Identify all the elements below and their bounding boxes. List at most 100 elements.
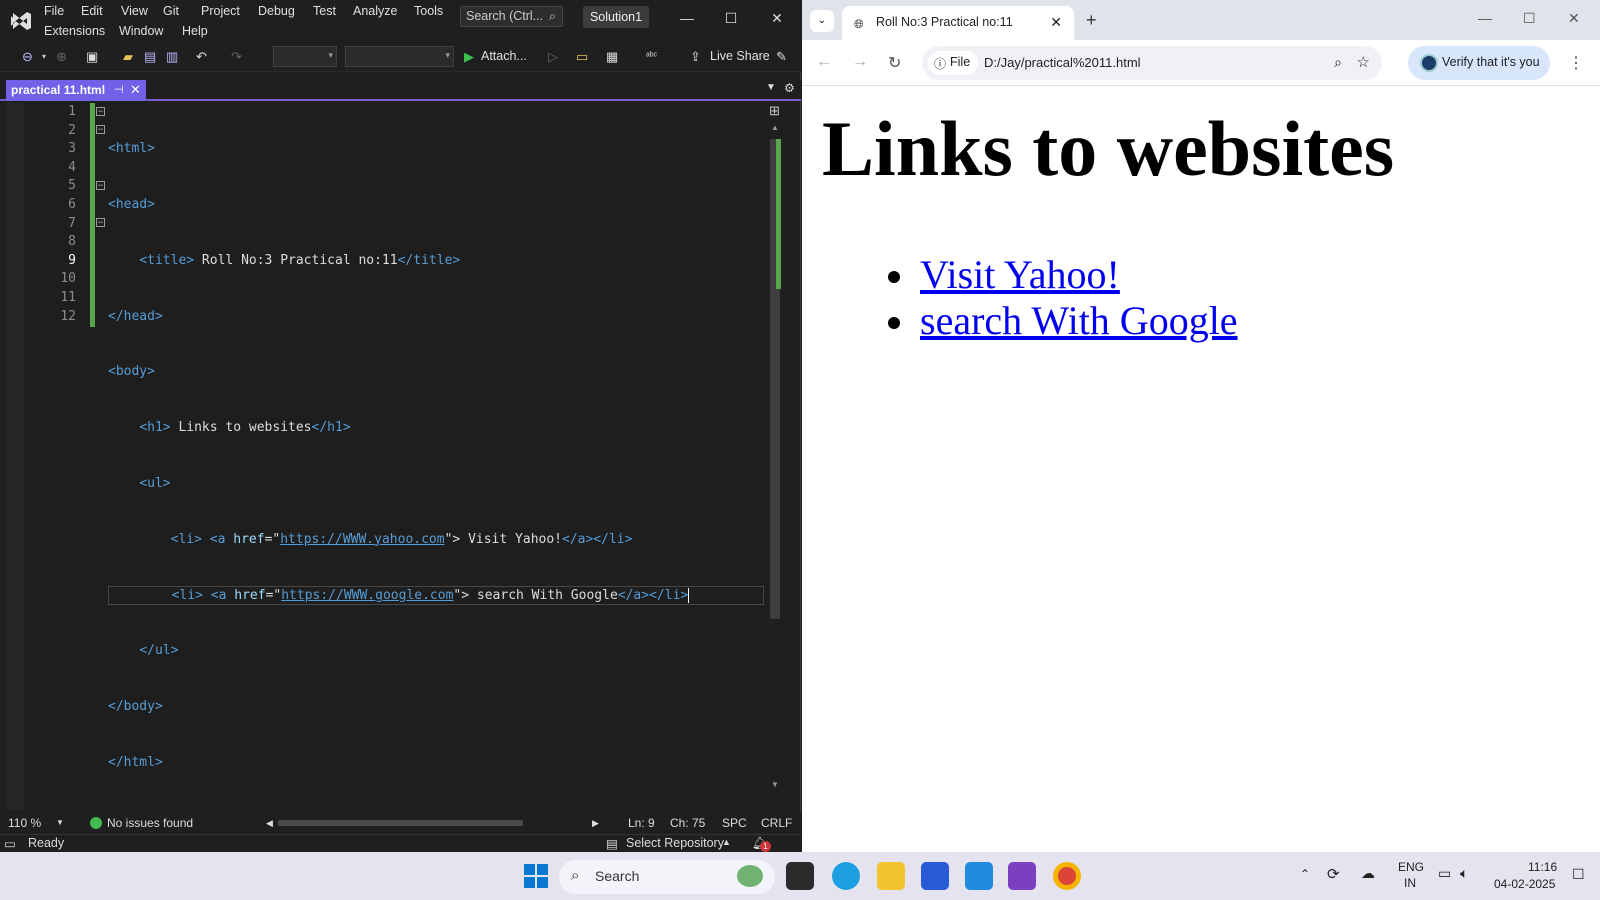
vs-search-box[interactable]: Search (Ctrl... ⌕ xyxy=(460,6,563,27)
language-code[interactable]: ENG xyxy=(1398,860,1424,874)
vertical-scrollbar[interactable]: ⊞ ▲ ▼ xyxy=(764,103,786,793)
menu-window[interactable]: Window xyxy=(117,24,165,38)
menu-help[interactable]: Help xyxy=(180,24,210,38)
maximize-icon[interactable]: ☐ xyxy=(1523,10,1536,27)
fold-collapse-icon[interactable]: − xyxy=(96,218,105,227)
maximize-icon[interactable]: ☐ xyxy=(719,8,743,28)
close-tab-icon[interactable]: ✕ xyxy=(1050,14,1062,31)
clock-time[interactable]: 11:16 xyxy=(1528,860,1557,874)
repository-icon[interactable]: ▤ xyxy=(606,836,618,851)
address-bar[interactable]: ⓘ File D:/Jay/practical%2011.html ⌕ ☆ xyxy=(922,46,1382,80)
tab-list-dropdown-icon[interactable]: ▼ xyxy=(766,82,776,93)
chrome-icon[interactable] xyxy=(1053,862,1081,890)
menu-debug[interactable]: Debug xyxy=(256,4,297,18)
verify-identity-button[interactable]: Verify that it's you xyxy=(1408,46,1550,80)
volume-icon[interactable]: 🔈︎ xyxy=(1460,865,1468,882)
microsoft-store-icon[interactable] xyxy=(921,862,949,890)
start-without-debug-icon[interactable]: ▷ xyxy=(548,48,558,66)
gear-icon[interactable]: ⚙ xyxy=(784,81,795,95)
play-icon[interactable]: ▶ xyxy=(464,48,474,66)
pin-icon[interactable]: ⊣ xyxy=(114,83,124,96)
zoom-magnifier-icon[interactable]: ⌕ xyxy=(1334,54,1342,71)
configuration-dropdown[interactable] xyxy=(273,46,337,67)
menu-extensions[interactable]: Extensions xyxy=(42,24,107,38)
layout-icon[interactable]: ▦ xyxy=(606,48,618,66)
show-hidden-icons-chevron-icon[interactable]: ⌃ xyxy=(1300,867,1310,881)
platform-dropdown[interactable] xyxy=(345,46,454,67)
open-folder-icon[interactable]: ▰ xyxy=(123,48,133,66)
visual-studio-taskbar-icon[interactable] xyxy=(1008,862,1036,890)
code-url-link[interactable]: https://WWW.yahoo.com xyxy=(280,532,444,547)
column-indicator[interactable]: Ch: 75 xyxy=(670,816,705,830)
document-tab[interactable]: practical 11.html ⊣ ✕ xyxy=(6,80,146,101)
url-text[interactable]: D:/Jay/practical%2011.html xyxy=(984,55,1141,70)
yahoo-link[interactable]: Visit Yahoo! xyxy=(920,252,1120,297)
close-icon[interactable]: ✕ xyxy=(765,8,789,28)
new-project-icon[interactable]: ▣ xyxy=(86,48,98,66)
spellcheck-icon[interactable]: ᵃᵇᶜ xyxy=(646,48,657,66)
sync-icon[interactable]: ⟳ xyxy=(1327,865,1340,883)
output-icon[interactable]: ▭ xyxy=(4,836,16,851)
back-dropdown-icon[interactable]: ▾ xyxy=(42,48,46,66)
redo-icon[interactable]: ↷ xyxy=(231,48,242,66)
select-repository-button[interactable]: Select Repository xyxy=(626,836,724,850)
clock-date[interactable]: 04-02-2025 xyxy=(1494,877,1555,891)
site-info-chip[interactable]: ⓘ File xyxy=(928,51,979,75)
bookmark-star-icon[interactable]: ☆ xyxy=(1357,53,1370,71)
code-editor[interactable]: 1 2 3 4 5 6 7 8 9 10 11 12 − − − − <html… xyxy=(6,103,794,810)
forward-arrow-icon[interactable]: → xyxy=(852,53,868,71)
cloud-offline-icon[interactable]: ☁ xyxy=(1361,865,1375,882)
undo-icon[interactable]: ↶ xyxy=(196,48,207,66)
back-arrow-icon[interactable]: ← xyxy=(816,53,832,71)
close-tab-icon[interactable]: ✕ xyxy=(130,82,141,98)
line-indicator[interactable]: Ln: 9 xyxy=(628,816,655,830)
minimize-icon[interactable]: — xyxy=(675,8,699,28)
scroll-left-icon[interactable]: ◀ xyxy=(266,818,273,829)
save-icon[interactable]: ▤ xyxy=(144,48,156,66)
menu-edit[interactable]: Edit xyxy=(79,4,105,18)
repo-dropdown-icon[interactable]: ▲ xyxy=(722,837,731,847)
menu-analyze[interactable]: Analyze xyxy=(351,4,399,18)
code-text[interactable]: <html> <head> <title> Roll No:3 Practica… xyxy=(108,103,764,810)
language-region[interactable]: IN xyxy=(1404,876,1416,890)
zoom-dropdown-icon[interactable]: ▼ xyxy=(56,818,64,827)
browser-tab[interactable]: 🌐︎ Roll No:3 Practical no:11 ✕ xyxy=(842,6,1074,40)
issues-status[interactable]: No issues found xyxy=(107,816,193,830)
horizontal-scrollbar-thumb[interactable] xyxy=(278,820,523,826)
menu-test[interactable]: Test xyxy=(311,4,338,18)
folder-icon[interactable]: ▭ xyxy=(576,48,588,66)
menu-view[interactable]: View xyxy=(119,4,150,18)
solution-name-badge[interactable]: Solution1 xyxy=(583,6,649,28)
minimize-icon[interactable]: — xyxy=(1478,10,1492,26)
close-icon[interactable]: ✕ xyxy=(1568,10,1580,27)
feedback-icon[interactable]: ✎ xyxy=(776,48,787,66)
file-explorer-icon[interactable] xyxy=(877,862,905,890)
code-url-link[interactable]: https://WWW.google.com xyxy=(281,588,453,603)
scroll-right-icon[interactable]: ▶ xyxy=(592,818,599,829)
menu-project[interactable]: Project xyxy=(199,4,242,18)
reload-icon[interactable]: ↻ xyxy=(888,53,901,73)
save-all-icon[interactable]: ▥ xyxy=(166,48,178,66)
live-share-button[interactable]: Live Share xyxy=(710,49,770,63)
google-link[interactable]: search With Google xyxy=(920,298,1238,343)
more-menu-icon[interactable]: ⋮ xyxy=(1568,53,1584,73)
network-icon[interactable]: ▭ xyxy=(1438,865,1451,882)
fold-collapse-icon[interactable]: − xyxy=(96,181,105,190)
menu-git[interactable]: Git xyxy=(161,4,181,18)
windows-start-icon[interactable] xyxy=(522,862,550,890)
live-share-icon[interactable]: ⇪ xyxy=(690,48,701,66)
spacing-indicator[interactable]: SPC xyxy=(722,816,747,830)
menu-tools[interactable]: Tools xyxy=(412,4,445,18)
split-icon[interactable]: ⊞ xyxy=(769,103,780,119)
zoom-level[interactable]: 110 % xyxy=(8,816,41,830)
fold-collapse-icon[interactable]: − xyxy=(96,125,105,134)
menu-file[interactable]: File xyxy=(42,4,66,18)
forward-nav-icon[interactable]: ⊕ xyxy=(56,48,67,66)
tab-search-icon[interactable]: ⌄ xyxy=(810,10,834,32)
taskbar-search-box[interactable]: ⌕ Search xyxy=(559,860,775,894)
scroll-up-icon[interactable]: ▲ xyxy=(771,123,779,132)
fold-collapse-icon[interactable]: − xyxy=(96,107,105,116)
task-view-icon[interactable] xyxy=(786,862,814,890)
notifications-icon[interactable]: ☐ xyxy=(1572,866,1585,883)
attach-button[interactable]: Attach... xyxy=(481,49,527,63)
